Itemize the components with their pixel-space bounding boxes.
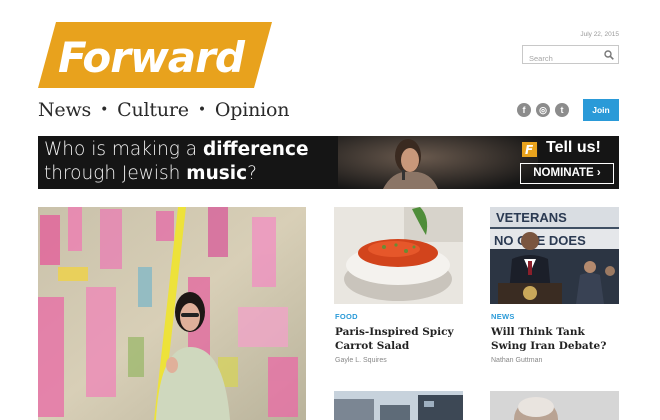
veterans-sign-line1: VETERANS — [496, 210, 567, 225]
search-input[interactable] — [523, 50, 597, 67]
nav-item-culture[interactable]: Culture — [117, 99, 189, 121]
banner-line-1: Who is making a difference — [44, 139, 309, 160]
nav-item-opinion[interactable]: Opinion — [215, 99, 290, 121]
main-nav: News • Culture • Opinion — [38, 99, 289, 121]
article-headline[interactable]: Will Think Tank Swing Iran Debate? — [491, 325, 621, 353]
hero-image[interactable] — [38, 207, 306, 420]
forward-logo[interactable]: Forward — [38, 22, 272, 88]
article-image-carrot-salad[interactable] — [334, 207, 463, 304]
article-byline[interactable]: Gayle L. Squires — [335, 357, 387, 364]
article-headline[interactable]: Paris-Inspired Spicy Carrot Salad — [335, 325, 465, 353]
tell-us-label: Tell us! — [546, 139, 601, 156]
banner-line-2: through Jewish music? — [44, 163, 257, 184]
search-icon[interactable] — [604, 50, 614, 60]
forward-small-logo: F — [522, 142, 537, 157]
search-box[interactable] — [522, 45, 619, 67]
article-image-obama[interactable]: VETERANS NO ONE DOES — [490, 207, 619, 304]
veterans-sign-line2: NO ONE DOES — [494, 233, 586, 248]
twitter-icon[interactable]: t — [555, 103, 569, 117]
instagram-icon[interactable]: ◎ — [536, 103, 550, 117]
singer-image — [338, 136, 538, 189]
date-label: July 22, 2015 — [580, 31, 619, 38]
article-image-portrait[interactable] — [490, 391, 619, 420]
nominate-button[interactable]: NOMINATE › — [520, 163, 614, 184]
join-button[interactable]: Join — [583, 99, 619, 121]
article-category[interactable]: NEWS — [491, 312, 515, 321]
article-category[interactable]: FOOD — [335, 312, 358, 321]
logo-text: Forward — [58, 33, 246, 82]
nav-separator: • — [197, 102, 206, 118]
nominate-banner[interactable]: Who is making a difference through Jewis… — [38, 136, 619, 189]
article-image-street[interactable] — [334, 391, 463, 420]
article-byline[interactable]: Nathan Guttman — [491, 357, 542, 364]
nav-item-news[interactable]: News — [38, 99, 91, 121]
nav-separator: • — [100, 102, 109, 118]
social-links: f ◎ t — [517, 103, 569, 117]
facebook-icon[interactable]: f — [517, 103, 531, 117]
svg-text:F: F — [525, 143, 534, 157]
